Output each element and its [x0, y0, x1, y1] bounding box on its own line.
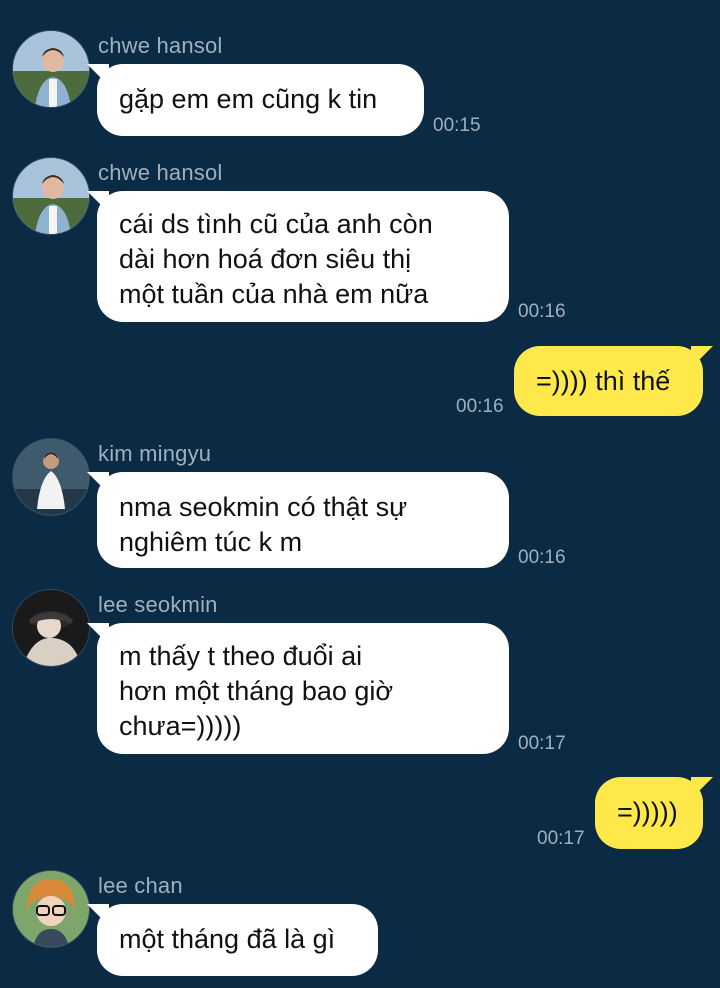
- message-text-line: m thấy t theo đuổi ai: [119, 641, 363, 671]
- avatar[interactable]: [12, 870, 90, 948]
- message-text: =))))): [617, 797, 678, 827]
- message-text-line: chưa=))))): [119, 711, 242, 741]
- timestamp: 00:16: [518, 301, 566, 322]
- timestamp: 00:15: [433, 115, 481, 136]
- message-text-line: một tuần của nhà em nữa: [119, 279, 429, 309]
- timestamp: 00:16: [518, 547, 566, 568]
- sender-name: lee chan: [98, 873, 183, 898]
- message-bubble[interactable]: nma seokmin có thật sự nghiêm túc k m: [87, 472, 509, 568]
- sender-name: lee seokmin: [98, 592, 218, 617]
- message-bubble[interactable]: cái ds tình cũ của anh còn dài hơn hoá đ…: [87, 191, 509, 322]
- timestamp: 00:17: [518, 733, 566, 754]
- timestamp: 00:16: [456, 396, 504, 417]
- avatar-photo-icon: [13, 158, 89, 234]
- message-text: một tháng đã là gì: [119, 924, 336, 954]
- avatar-photo-icon: [13, 31, 89, 107]
- avatar-photo-icon: [13, 590, 89, 666]
- avatar[interactable]: [12, 589, 90, 667]
- sender-name: chwe hansol: [98, 33, 223, 58]
- message-bubble[interactable]: một tháng đã là gì: [87, 904, 378, 976]
- message-bubble[interactable]: gặp em em cũng k tin: [87, 64, 424, 136]
- message-bubble-outgoing[interactable]: =))))): [595, 777, 713, 849]
- timestamp: 00:17: [537, 828, 585, 849]
- avatar-photo-icon: [13, 439, 89, 515]
- message-text: gặp em em cũng k tin: [119, 84, 378, 114]
- message-text-line: cái ds tình cũ của anh còn: [119, 209, 433, 239]
- avatar[interactable]: [12, 438, 90, 516]
- avatar[interactable]: [12, 30, 90, 108]
- sender-name: kim mingyu: [98, 441, 212, 466]
- message-bubble-outgoing[interactable]: =)))) thì thế: [514, 346, 713, 416]
- message-text-line: nghiêm túc k m: [119, 527, 303, 557]
- message-text: =)))) thì thế: [536, 366, 671, 396]
- message-text-line: dài hơn hoá đơn siêu thị: [119, 244, 412, 274]
- avatar[interactable]: [12, 157, 90, 235]
- message-text-line: hơn một tháng bao giờ: [119, 676, 394, 706]
- message-bubble[interactable]: m thấy t theo đuổi ai hơn một tháng bao …: [87, 623, 509, 754]
- message-text-line: nma seokmin có thật sự: [119, 492, 408, 522]
- sender-name: chwe hansol: [98, 160, 223, 185]
- avatar-photo-icon: [13, 871, 89, 947]
